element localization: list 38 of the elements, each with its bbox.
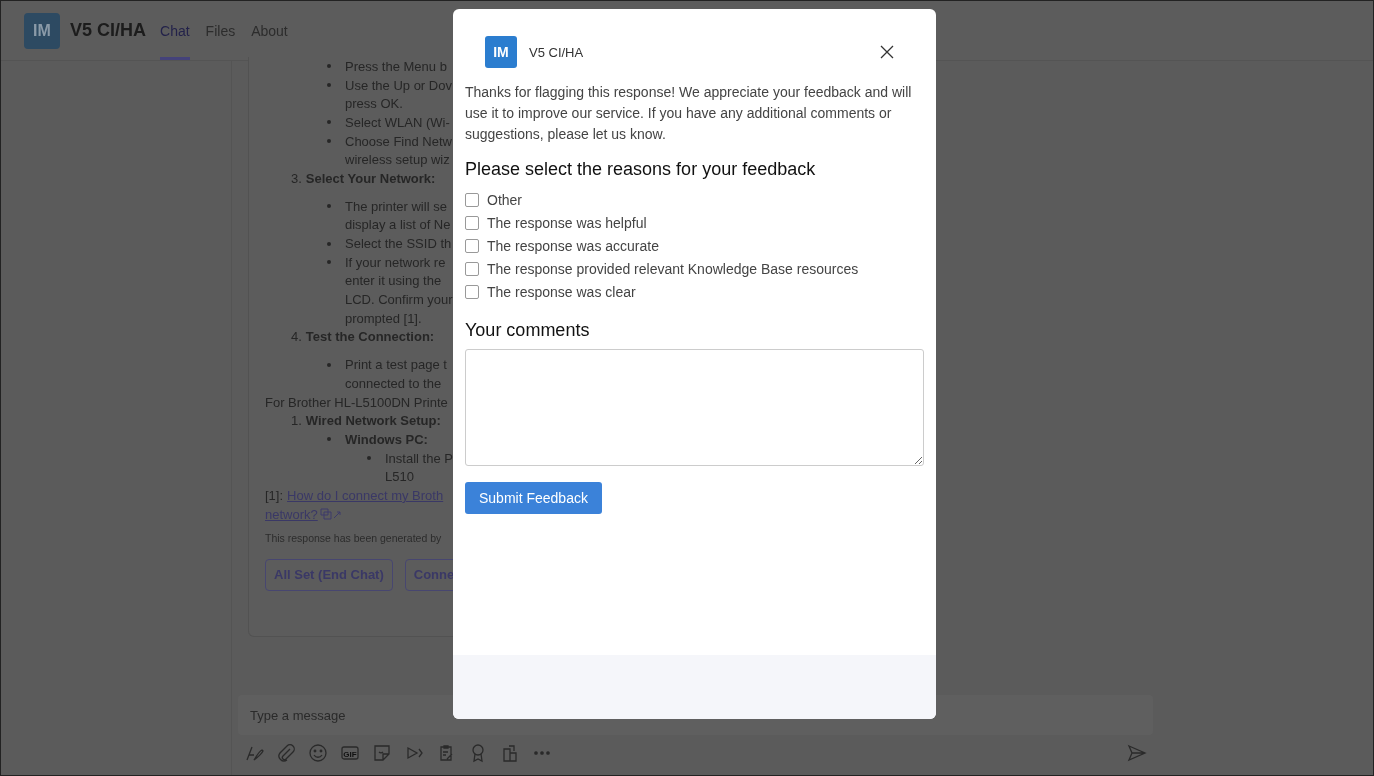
bullet-icon [327,120,331,125]
checkbox-label: The response was clear [487,283,636,300]
comments-field[interactable] [465,349,924,466]
bullet-icon [327,241,331,246]
app-title: V5 CI/HA [70,20,147,41]
dialog-message: Thanks for flagging this response! We appreciate your feedback and will use it to improve our service. If you have any additional comments or suggestions, please let us know. [465,83,913,144]
section-heading: Please select the reasons for your feedback [465,159,816,180]
sticker-icon[interactable] [372,743,392,763]
bullet-icon [367,456,371,461]
checkbox-label: Other [487,191,522,208]
section-heading: Your comments [465,320,590,341]
bullet-icon [327,437,331,442]
close-icon[interactable] [880,45,894,59]
send-icon[interactable] [1127,743,1147,763]
emoji-icon[interactable] [308,743,328,763]
checkbox[interactable] [465,215,479,230]
bullet-icon [327,204,331,209]
bullet-icon [327,83,331,88]
dialog-logo: IM [485,36,517,68]
external-link-icon [319,508,342,521]
attach-icon[interactable] [276,743,296,763]
bullet-icon [327,139,331,144]
checkbox-label: The response was accurate [487,237,659,254]
dialog-title: V5 CI/HA [529,44,584,60]
apps-icon[interactable] [500,743,520,763]
bullet-icon [327,362,331,367]
checkbox-label: The response provided relevant Knowledge Base resources [487,260,859,277]
app-logo: IM [24,12,60,49]
bullet-icon [327,260,331,265]
bullet-icon [327,64,331,69]
checkbox[interactable] [465,261,479,276]
submit-button[interactable]: Submit Feedback [465,482,602,514]
tab[interactable]: Chat [160,1,190,60]
checkbox[interactable] [465,284,479,299]
checkbox-label: The response was helpful [487,214,647,231]
gif-icon[interactable]: GIF [340,743,360,763]
checkbox[interactable] [465,192,479,207]
checkbox[interactable] [465,238,479,253]
